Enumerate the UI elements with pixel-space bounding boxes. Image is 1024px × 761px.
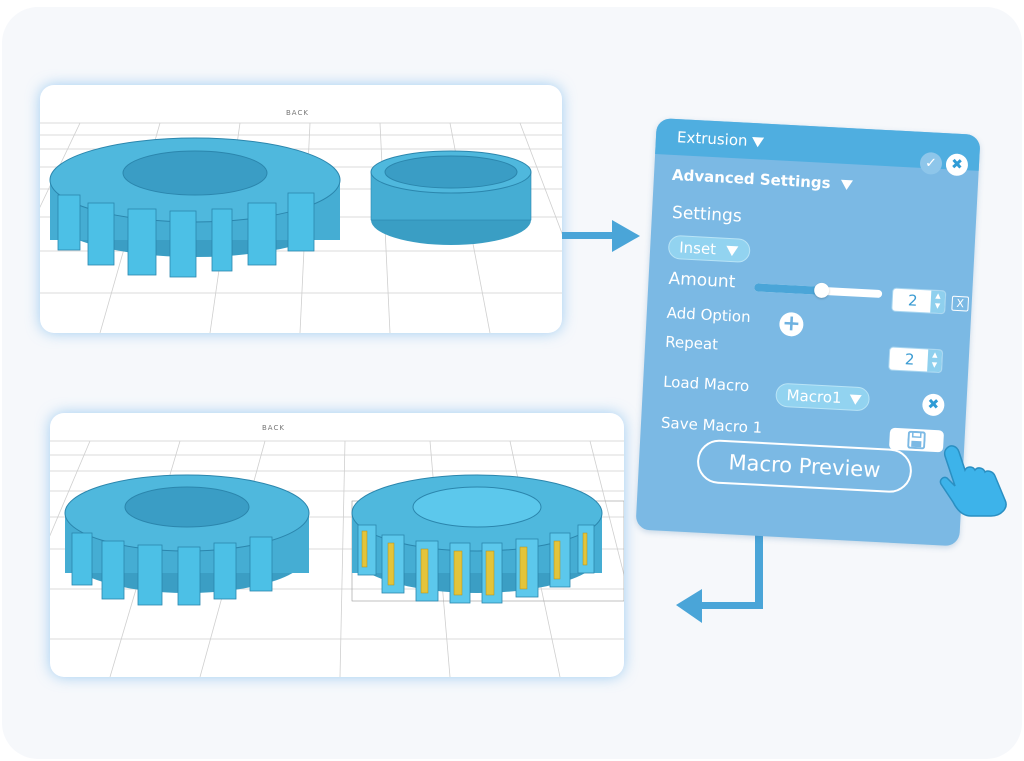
gear-original-model[interactable]: [64, 474, 310, 606]
arrow-down-icon[interactable]: ▼: [927, 359, 942, 370]
panel-title-dropdown[interactable]: Extrusion: [677, 128, 764, 151]
settings-select[interactable]: Inset: [667, 234, 751, 264]
repeat-label: Repeat: [664, 332, 719, 354]
viewport-before[interactable]: BACK: [40, 85, 562, 333]
repeat-stepper[interactable]: 2 ▲ ▼: [888, 346, 944, 374]
view-cube-label: BACK: [262, 424, 285, 432]
gear-inset-model[interactable]: [351, 474, 624, 604]
repeat-value: 2: [904, 350, 915, 369]
check-icon: ✓: [924, 155, 938, 172]
amount-slider-handle[interactable]: [813, 282, 830, 299]
close-icon: ✖: [927, 396, 940, 414]
plus-icon: +: [781, 310, 802, 337]
add-option-label: Add Option: [666, 303, 752, 327]
view-cube-label: BACK: [286, 109, 309, 117]
amount-reset-button[interactable]: X: [951, 295, 970, 312]
load-macro-label: Load Macro: [662, 372, 750, 396]
save-macro-label: Save Macro 1: [660, 413, 763, 437]
amount-stepper[interactable]: 2 ▲ ▼: [891, 287, 947, 315]
close-icon: ✖: [950, 156, 964, 174]
arrow-down-icon[interactable]: ▼: [930, 301, 945, 312]
add-option-button[interactable]: +: [778, 310, 804, 337]
gear-model[interactable]: [49, 137, 341, 278]
settings-select-value: Inset: [678, 238, 717, 259]
viewport-after[interactable]: BACK: [50, 413, 624, 677]
chevron-down-icon: [725, 245, 739, 256]
amount-slider-fill: [754, 283, 821, 295]
extrusion-panel: Extrusion ✓ ✖ Advanced Settings Settings…: [635, 118, 981, 547]
repeat-spin-buttons[interactable]: ▲ ▼: [927, 349, 943, 373]
pointing-hand-icon: [939, 445, 1007, 517]
amount-slider[interactable]: [754, 282, 883, 299]
scene-after: [50, 440, 624, 677]
amount-spin-buttons[interactable]: ▲ ▼: [930, 290, 946, 314]
arrow-right-icon: [562, 220, 640, 252]
chevron-down-icon: [840, 179, 853, 190]
advanced-settings-label: Advanced Settings: [671, 165, 832, 193]
arrow-up-icon[interactable]: ▲: [928, 350, 943, 361]
settings-label: Settings: [671, 202, 743, 227]
confirm-button[interactable]: ✓: [919, 151, 943, 175]
chevron-down-icon: [751, 136, 764, 148]
panel-title: Extrusion: [676, 128, 748, 150]
amount-value: 2: [907, 291, 919, 310]
ring-model[interactable]: [370, 150, 532, 245]
floppy-disk-icon: [907, 430, 926, 450]
close-button[interactable]: ✖: [945, 153, 969, 177]
macro-preview-button[interactable]: Macro Preview: [695, 438, 913, 494]
chevron-down-icon: [849, 393, 862, 405]
amount-label: Amount: [668, 268, 736, 293]
advanced-settings-toggle[interactable]: Advanced Settings: [672, 166, 853, 193]
macro-select[interactable]: Macro1: [775, 382, 871, 412]
clear-macro-button[interactable]: ✖: [921, 393, 945, 417]
macro-select-value: Macro1: [786, 386, 843, 408]
scene-before: [40, 122, 562, 333]
